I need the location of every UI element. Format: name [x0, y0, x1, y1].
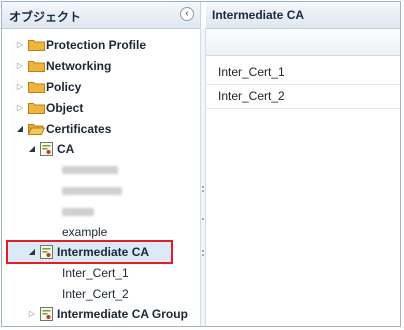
detail-header: Intermediate CA — [206, 2, 400, 29]
tree-item-networking[interactable]: ▷ Networking — [2, 56, 200, 76]
tree-item-example[interactable]: example — [2, 222, 200, 242]
certificate-icon — [40, 307, 53, 321]
tree-item-label: example — [62, 225, 108, 239]
expand-icon[interactable]: ▷ — [16, 61, 24, 71]
tree-item-label: Networking — [46, 59, 112, 73]
tree-item-label: Object — [46, 101, 84, 115]
tree-item-redacted[interactable] — [2, 160, 200, 180]
detail-title: Intermediate CA — [212, 8, 305, 22]
folder-icon — [28, 40, 45, 51]
expand-icon[interactable]: ▷ — [16, 103, 24, 113]
redacted-text — [62, 166, 118, 174]
tree-item-inter-cert-1[interactable]: Inter_Cert_1 — [2, 263, 200, 283]
object-tree-header: オブジェクト ‹ — [2, 2, 200, 29]
splitter-grip — [202, 186, 204, 188]
certificate-icon — [40, 245, 53, 259]
grid-row-inter-cert-1[interactable]: Inter_Cert_1 — [206, 60, 400, 85]
grid-cell-name: Inter_Cert_1 — [218, 65, 285, 79]
splitter-grip — [202, 190, 204, 192]
object-tree-panel: オブジェクト ‹ ▷ Protection Profile ▷ Networki… — [2, 2, 201, 326]
object-tree-title: オブジェクト — [9, 10, 82, 24]
grid-column-header[interactable] — [206, 29, 400, 56]
objects-window: オブジェクト ‹ ▷ Protection Profile ▷ Networki… — [1, 1, 401, 327]
collapse-icon[interactable]: ◢ — [28, 144, 36, 154]
certificate-icon — [40, 142, 53, 156]
splitter-grip — [202, 218, 204, 220]
tree-item-protection-profile[interactable]: ▷ Protection Profile — [2, 35, 200, 55]
grid-cell-name: Inter_Cert_2 — [218, 89, 285, 103]
tree-item-label: Certificates — [46, 122, 112, 136]
collapse-icon[interactable]: ◢ — [28, 247, 36, 257]
tree-item-label: Intermediate CA — [57, 245, 150, 259]
folder-icon — [28, 61, 45, 72]
collapse-panel-button[interactable]: ‹ — [180, 7, 194, 21]
tree-item-redacted[interactable] — [2, 181, 200, 201]
tree-item-label: Policy — [46, 80, 82, 94]
expand-icon[interactable]: ▷ — [16, 40, 24, 50]
redacted-text — [62, 187, 122, 195]
detail-panel: Intermediate CA Inter_Cert_1 Inter_Cert_… — [206, 2, 400, 326]
tree-item-label: Inter_Cert_2 — [62, 287, 129, 301]
tree-item-label: Inter_Cert_1 — [62, 266, 129, 280]
tree-item-intermediate-ca-group[interactable]: ▷ Intermediate CA Group — [2, 304, 200, 324]
folder-icon — [28, 103, 45, 114]
tree-item-certificates[interactable]: ◢ Certificates — [2, 119, 200, 139]
tree-item-policy[interactable]: ▷ Policy — [2, 77, 200, 97]
folder-open-icon — [28, 124, 45, 135]
tree-item-label: CA — [57, 142, 75, 156]
tree-item-redacted[interactable] — [2, 202, 200, 222]
splitter-grip — [202, 250, 204, 252]
redacted-text — [62, 208, 94, 216]
tree-item-ca[interactable]: ◢ CA — [2, 139, 200, 159]
grid-row-inter-cert-2[interactable]: Inter_Cert_2 — [206, 84, 400, 109]
tree-item-object[interactable]: ▷ Object — [2, 98, 200, 118]
expand-icon[interactable]: ▷ — [16, 82, 24, 92]
tree-item-inter-cert-2[interactable]: Inter_Cert_2 — [2, 284, 200, 304]
tree-item-label: Intermediate CA Group — [57, 307, 188, 321]
folder-icon — [28, 82, 45, 93]
expand-icon[interactable]: ▷ — [28, 309, 36, 319]
splitter-grip — [202, 254, 204, 256]
tree-item-label: Protection Profile — [46, 38, 147, 52]
collapse-icon[interactable]: ◢ — [16, 124, 24, 134]
tree-item-intermediate-ca[interactable]: ◢ Intermediate CA — [2, 242, 200, 262]
